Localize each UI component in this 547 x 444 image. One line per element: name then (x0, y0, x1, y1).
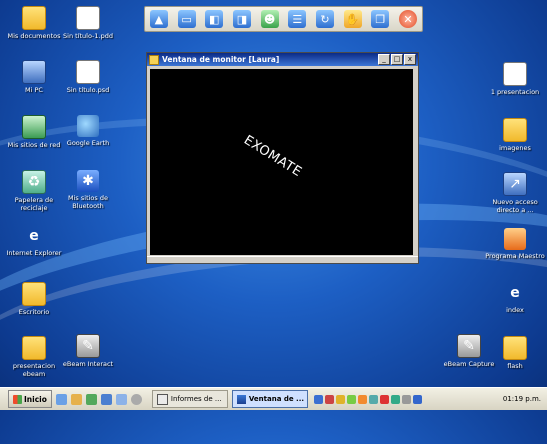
desktop-icon-sin-titulo[interactable]: Sin título.psd (56, 60, 120, 94)
window-icon[interactable]: ◧ (205, 10, 224, 28)
quicklaunch-icon[interactable] (55, 393, 67, 405)
network-icon (22, 115, 46, 139)
desktop-icon-label: Escritorio (18, 308, 50, 316)
ebeam-interact-icon: ✎ (76, 334, 100, 358)
quicklaunch-icon[interactable] (70, 393, 82, 405)
tray-icon[interactable] (357, 394, 367, 404)
desktop-icon-nuevo-acceso[interactable]: ↗ Nuevo acceso directo a ... (483, 172, 547, 214)
tray-icon[interactable] (379, 394, 389, 404)
quicklaunch-icon[interactable] (85, 393, 97, 405)
desktop-icon-bluetooth[interactable]: ✱ Mis sitios de Bluetooth (56, 170, 120, 210)
document-icon (76, 60, 100, 84)
desktop-icon-label: Sin título.psd (66, 86, 110, 94)
ebeam-capture-icon: ✎ (457, 334, 481, 358)
users-icon[interactable]: ☻ (260, 10, 279, 28)
tray-icon[interactable] (324, 394, 334, 404)
minimize-button[interactable]: _ (378, 54, 390, 65)
desktop-icon-internet-explorer[interactable]: e Internet Explorer (2, 225, 66, 257)
quicklaunch-icon[interactable] (115, 393, 127, 405)
desktop-icon-label: Mis sitios de Bluetooth (68, 194, 108, 210)
document-icon (156, 393, 168, 405)
tray-icon[interactable] (346, 394, 356, 404)
desktop-icon-sin-titulo-1[interactable]: Sin título-1.pdd (56, 6, 120, 40)
taskbar-button-label: Informes de ... (170, 395, 222, 403)
window-app-icon (149, 54, 159, 65)
tray-icon[interactable] (335, 394, 345, 404)
tray-icon[interactable] (368, 394, 378, 404)
window-title: Ventana de monitor [Laura] (162, 55, 280, 64)
desktop-icon-label: eBeam Interact (62, 360, 114, 368)
google-earth-icon (77, 115, 99, 137)
shortcut-icon: ↗ (503, 172, 527, 196)
pointer-icon[interactable]: ▲ (149, 10, 168, 28)
document-icon (76, 6, 100, 30)
document-list-icon[interactable]: ☰ (288, 10, 307, 28)
window-statusbar (147, 256, 418, 263)
tray-icon[interactable] (390, 394, 400, 404)
taskbar-button-label: Ventana de ... (248, 395, 305, 403)
folder-icon (22, 282, 46, 306)
recycle-bin-icon: ♻ (22, 170, 46, 194)
monitor-icon[interactable]: ▭ (177, 10, 196, 28)
window-group-icon[interactable]: ◨ (232, 10, 251, 28)
files-icon[interactable]: ❐ (371, 10, 390, 28)
close-button[interactable]: x (404, 54, 416, 65)
quicklaunch-icon[interactable] (130, 393, 142, 405)
folder-icon (22, 336, 46, 360)
folder-icon (22, 6, 46, 30)
desktop-icon-label: index (506, 306, 524, 314)
system-tray (313, 394, 422, 404)
start-button[interactable]: Inicio (8, 390, 52, 408)
screen-text: EXOMATE (240, 132, 305, 181)
taskbar-button-informes[interactable]: Informes de ... (151, 390, 228, 408)
bluetooth-icon: ✱ (77, 170, 99, 192)
close-icon[interactable]: ✕ (399, 10, 418, 28)
window-titlebar[interactable]: Ventana de monitor [Laura] _ □ x (147, 53, 418, 66)
tray-icon[interactable] (401, 394, 411, 404)
folder-icon (503, 336, 527, 360)
monitor-screen[interactable]: EXOMATE (150, 69, 413, 255)
refresh-icon[interactable]: ↻ (315, 10, 334, 28)
desktop-icon-ebeam-capture[interactable]: ✎ eBeam Capture (437, 334, 501, 368)
monitor-window: Ventana de monitor [Laura] _ □ x EXOMATE (146, 52, 419, 264)
windows-flag-icon (13, 394, 22, 404)
desktop-icon-label: Sin título-1.pdd (63, 32, 113, 40)
window-icon (236, 394, 246, 404)
start-label: Inicio (24, 394, 47, 404)
desktop-icon-label: Internet Explorer (6, 249, 62, 257)
desktop-icon-label: Google Earth (66, 139, 110, 147)
internet-explorer-icon: e (510, 285, 520, 301)
monitor-toolbar: ▲ ▭ ◧ ◨ ☻ ☰ ↻ ✋ ❐ ✕ (144, 6, 423, 32)
internet-explorer-icon: e (29, 228, 39, 244)
hand-icon[interactable]: ✋ (343, 10, 362, 28)
taskbar-button-ventana[interactable]: Ventana de ... (231, 390, 308, 408)
computer-icon (22, 60, 46, 84)
office-icon (504, 228, 526, 250)
desktop-icon-programa-maestro[interactable]: Programa Maestro (483, 228, 547, 260)
desktop-icon-imagenes[interactable]: imagenes (483, 118, 547, 152)
clock[interactable]: 01:19 p.m. (503, 395, 541, 403)
folder-icon (503, 118, 527, 142)
desktop-icon-label: eBeam Capture (443, 360, 495, 368)
document-icon (503, 62, 527, 86)
desktop-icon-label: imagenes (499, 144, 531, 152)
desktop-icon-ebeam-interact[interactable]: ✎ eBeam Interact (56, 334, 120, 368)
desktop-icon-index[interactable]: e index (483, 282, 547, 314)
tray-icon[interactable] (412, 394, 422, 404)
taskbar: Inicio Informes de ... Ventana de ... 01… (0, 387, 547, 410)
desktop-icon-label: 1 presentacion (490, 88, 540, 96)
quicklaunch-icon[interactable] (100, 393, 112, 405)
desktop-icon-escritorio[interactable]: Escritorio (2, 282, 66, 316)
desktop-icon-label: Nuevo acceso directo a ... (492, 198, 538, 214)
maximize-button[interactable]: □ (391, 54, 403, 65)
tray-icon[interactable] (313, 394, 323, 404)
desktop-icon-1-presentacion[interactable]: 1 presentacion (483, 62, 547, 96)
desktop-icon-label: Programa Maestro (485, 252, 545, 260)
desktop-icon-google-earth[interactable]: Google Earth (56, 115, 120, 147)
